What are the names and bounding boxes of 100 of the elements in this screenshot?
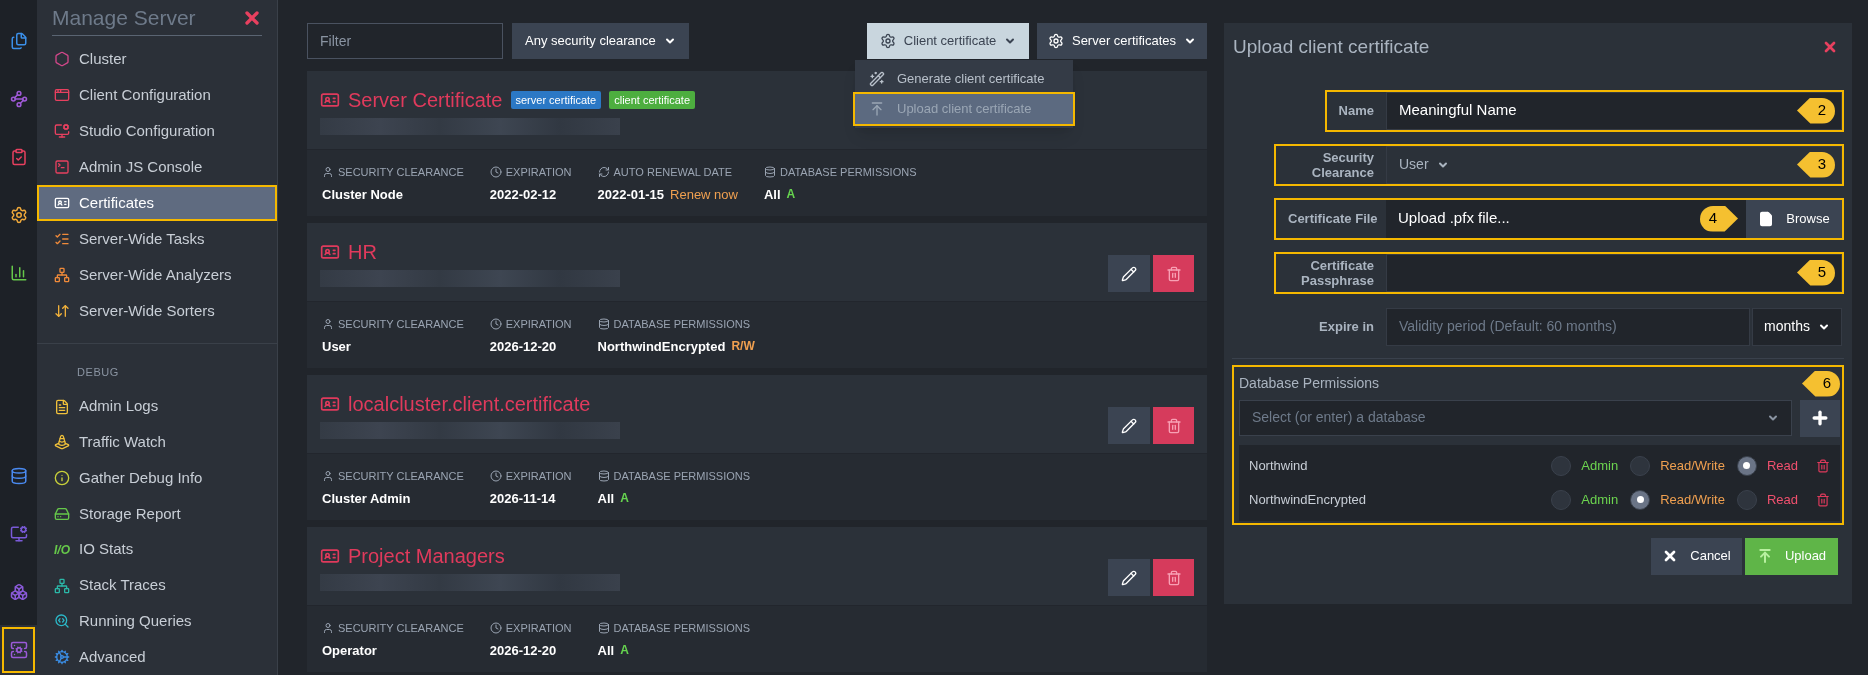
monitor-icon [54, 123, 70, 140]
panel-title: Upload client certificate [1233, 35, 1430, 59]
certificate-tag: client certificate [609, 90, 695, 110]
field-label: SECURITY CLEARANCE [338, 621, 464, 636]
server-certificates-button[interactable]: Server certificates [1037, 23, 1207, 59]
field-value: NorthwindEncrypted [597, 337, 726, 356]
sidebar-item[interactable]: Stack Traces [37, 567, 277, 604]
callout-badge: 6 [1802, 370, 1840, 397]
pencil-icon [1121, 569, 1137, 586]
edit-button[interactable] [1108, 407, 1150, 444]
callout-badge: 4 [1700, 205, 1738, 232]
clock-icon [489, 622, 502, 635]
sidebar-item[interactable]: Admin JS Console [37, 149, 277, 186]
browse-button[interactable]: Browse [1746, 199, 1842, 238]
renew-link[interactable]: Renew now [670, 184, 738, 204]
callout-badge: 2 [1797, 97, 1835, 124]
network-icon [54, 267, 70, 284]
field-label: Certificate Passphrase [1300, 257, 1375, 288]
clock-icon [489, 318, 502, 331]
sidebar-item[interactable]: Admin Logs [37, 388, 277, 425]
field-label: AUTO RENEWAL DATE [613, 165, 733, 180]
sidebar-item[interactable]: Cluster [37, 41, 277, 78]
sidebar-item[interactable]: Certificates [37, 185, 277, 222]
database-icon [597, 470, 610, 483]
io-glyph: I/O [54, 541, 70, 559]
cancel-button[interactable]: Cancel [1651, 537, 1742, 575]
unit-dropdown[interactable]: months [1752, 307, 1842, 346]
sidebar-item[interactable]: Server-Wide Analyzers [37, 257, 277, 294]
permission-radio[interactable]: Read/Write [1630, 489, 1725, 510]
sidebar-item[interactable]: Client Configuration [37, 77, 277, 114]
certificate-name: Project Managers [348, 544, 505, 569]
settings-icon [54, 649, 70, 666]
clearance-dropdown[interactable]: Any security clearance [512, 23, 689, 59]
add-button[interactable] [1800, 399, 1840, 437]
trash-icon [1165, 569, 1182, 586]
permission-radio[interactable]: Read [1736, 455, 1798, 476]
field-label: Certificate File [1276, 211, 1386, 226]
permission-radio[interactable]: Admin [1551, 455, 1619, 476]
field-label: EXPIRATION [505, 621, 572, 636]
file-field[interactable]: Upload .pfx file... 4 [1386, 199, 1746, 238]
field-value: Cluster Node [322, 185, 403, 204]
access-label: A [786, 186, 796, 204]
section-heading: DEBUG [76, 365, 120, 381]
sidebar-item[interactable]: Advanced [37, 639, 277, 675]
certificate-name: localcluster.client.certificate [348, 392, 591, 417]
upload-icon [1756, 548, 1773, 564]
field-label: SECURITY CLEARANCE [338, 469, 464, 484]
pencil-icon [1121, 417, 1137, 434]
client-certificate-button[interactable]: Client certificate [867, 23, 1029, 59]
validity-field[interactable]: Validity period (Default: 60 months) [1386, 307, 1750, 346]
field-label: SECURITY CLEARANCE [338, 165, 464, 180]
clearance-select[interactable]: User 3 [1386, 145, 1842, 184]
sidebar-item[interactable]: Running Queries [37, 603, 277, 640]
user-icon [322, 166, 334, 179]
sidebar-item[interactable]: Storage Report [37, 496, 277, 532]
filter-field[interactable]: Filter [307, 23, 503, 59]
permission-radio[interactable]: Admin [1551, 489, 1619, 510]
menu-item[interactable]: Generate client certificate [855, 64, 1073, 94]
database-select[interactable]: Select (or enter) a database [1239, 399, 1792, 436]
field-label: EXPIRATION [505, 469, 572, 484]
sort-icon [54, 303, 70, 320]
edit-button[interactable] [1108, 559, 1150, 596]
name-field[interactable]: Meaningful Name 2 [1386, 91, 1842, 130]
sidebar-item[interactable]: Studio Configuration [37, 113, 277, 150]
sidebar-item[interactable]: I/O IO Stats [37, 531, 277, 568]
sidebar-item[interactable]: Server-Wide Tasks [37, 221, 277, 258]
trash-icon[interactable] [1816, 458, 1830, 473]
certificate-tag: server certificate [510, 90, 602, 110]
clock-icon [489, 470, 502, 483]
field-value: All [597, 641, 615, 660]
permission-radio[interactable]: Read/Write [1630, 455, 1725, 476]
access-label: R/W [731, 338, 755, 356]
settings-icon [1047, 33, 1064, 49]
edit-button[interactable] [1108, 255, 1150, 292]
sidebar-item[interactable]: Traffic Watch [37, 424, 277, 461]
trash-icon[interactable] [1816, 492, 1830, 507]
card-icon [320, 546, 340, 566]
field-label: EXPIRATION [505, 317, 572, 332]
callout-badge: 5 [1797, 259, 1835, 286]
terminal-icon [54, 159, 70, 176]
monitor-icon [9, 525, 28, 543]
upload-icon [869, 101, 885, 117]
permission-radio[interactable]: Read [1736, 489, 1798, 510]
sidebar-item[interactable]: Gather Debug Info [37, 460, 277, 496]
field-value: 2026-12-20 [489, 337, 557, 356]
passphrase-field[interactable]: 5 [1386, 253, 1842, 292]
refresh-icon [597, 166, 610, 179]
drive-icon [54, 505, 70, 522]
field-label: DATABASE PERMISSIONS [613, 469, 751, 484]
access-label: A [620, 642, 629, 660]
card-icon [320, 90, 340, 110]
clipboard-icon [9, 148, 28, 166]
field-value: Operator [322, 641, 377, 660]
sidebar-item[interactable]: Server-Wide Sorters [37, 293, 277, 330]
database-name: Northwind [1249, 456, 1309, 475]
user-icon [322, 318, 334, 331]
trash-icon [1165, 417, 1182, 434]
bar-chart-icon [9, 264, 28, 282]
field-label: SECURITY CLEARANCE [338, 317, 464, 332]
field-value: All [597, 489, 615, 508]
